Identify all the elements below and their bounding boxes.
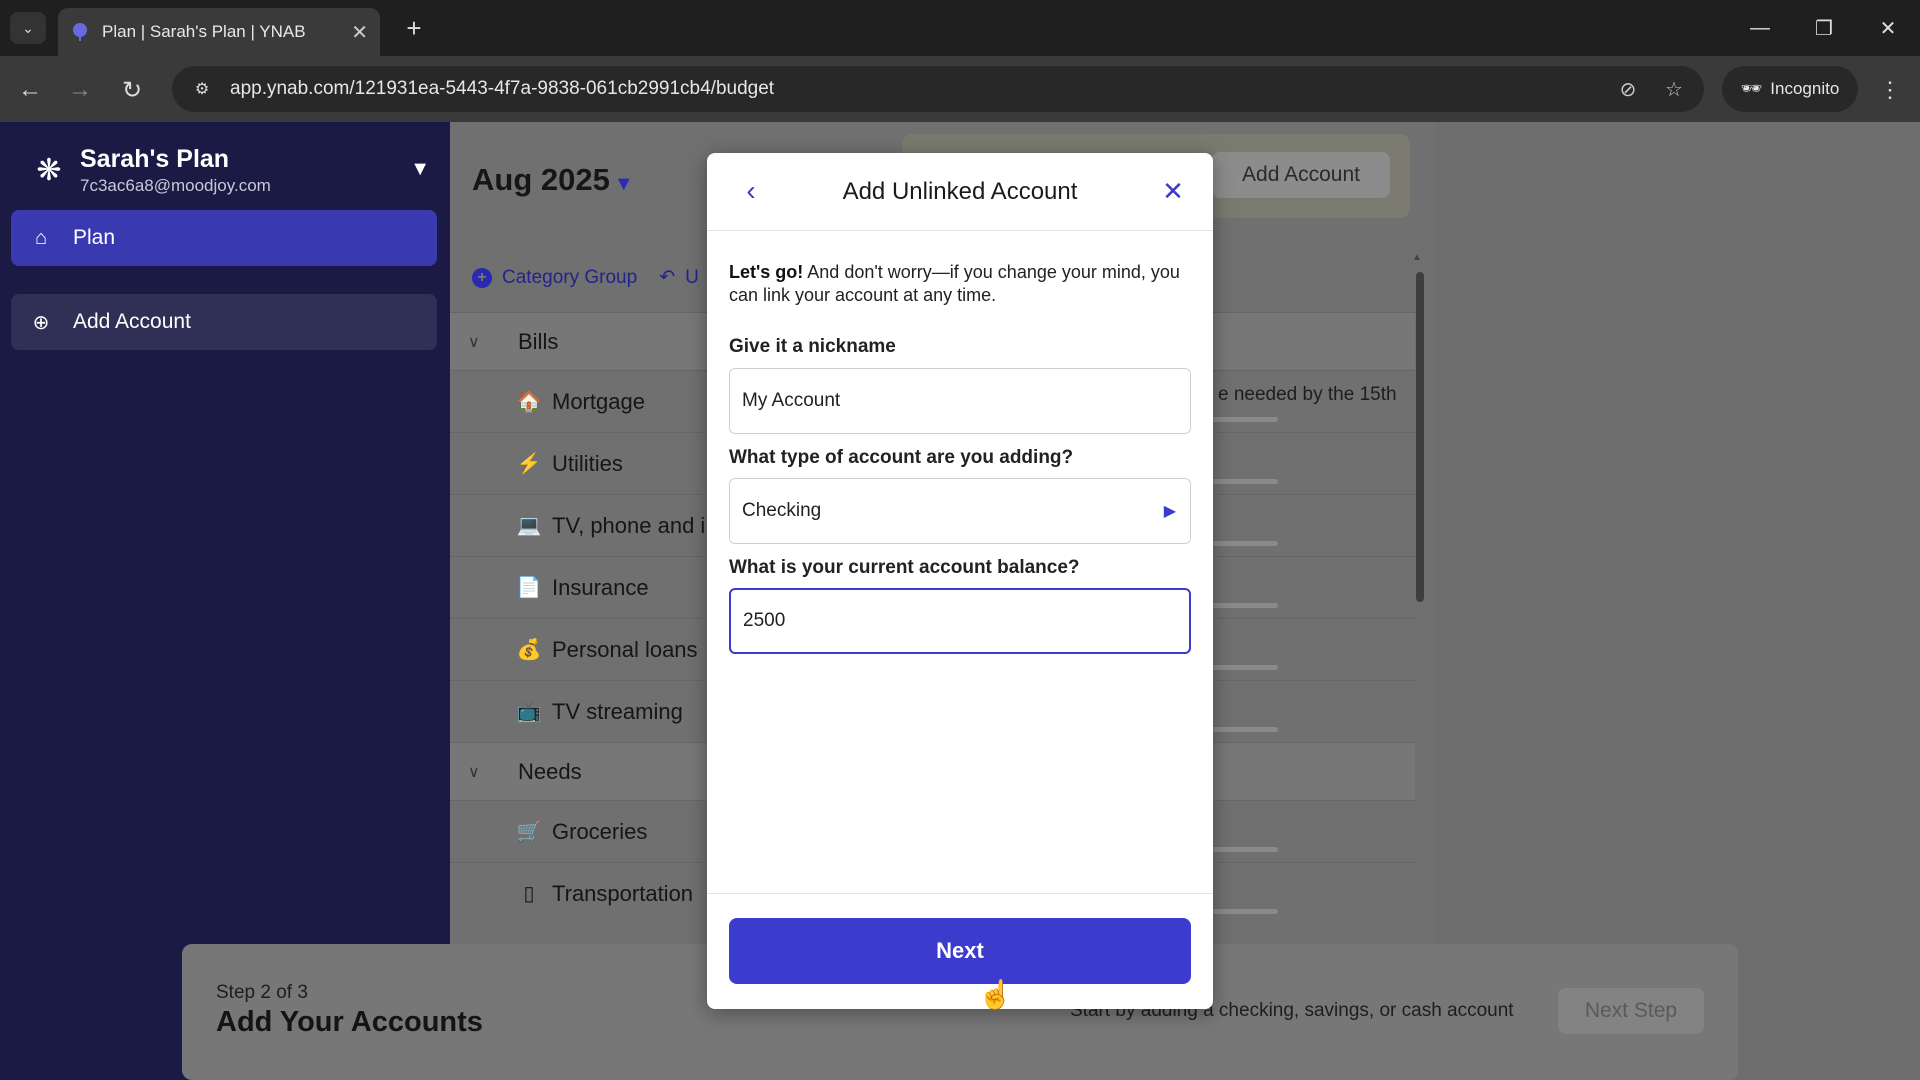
close-tab-icon[interactable]: ✕ — [351, 20, 368, 45]
sidebar-item-plan[interactable]: ⌂ Plan — [11, 210, 437, 266]
category-name: TV, phone and i — [552, 512, 706, 538]
site-info-icon[interactable]: ⚙ — [184, 71, 220, 107]
month-label: Aug 2025 — [472, 162, 610, 197]
document-icon: 📄 — [516, 577, 542, 599]
add-unlinked-account-modal: ‹ Add Unlinked Account ✕ Let's go! And d… — [707, 153, 1213, 1009]
laptop-icon: 💻 — [516, 515, 542, 537]
modal-intro: Let's go! And don't worry—if you change … — [729, 261, 1191, 307]
plus-circle-icon: + — [472, 267, 492, 288]
account-type-value: Checking — [742, 500, 822, 521]
new-tab-button[interactable]: + — [398, 12, 430, 44]
restore-window-icon[interactable]: ❐ — [1798, 8, 1850, 48]
scrollbar-thumb[interactable] — [1416, 272, 1424, 602]
add-account-button[interactable]: Add Account — [1212, 152, 1390, 198]
modal-header: ‹ Add Unlinked Account ✕ — [707, 153, 1213, 231]
scroll-up-arrow-icon[interactable]: ▲ — [1412, 252, 1422, 263]
add-category-group-button[interactable]: Category Group — [502, 267, 637, 289]
browser-tab-bar: ⌄ Plan | Sarah's Plan | YNAB ✕ + — ❐ ✕ — [0, 0, 1920, 56]
month-selector[interactable]: Aug 2025 ▼ — [472, 162, 634, 198]
step-counter: Step 2 of 3 — [216, 982, 308, 1003]
nickname-label: Give it a nickname — [729, 336, 896, 357]
car-icon: ▯ — [523, 883, 535, 905]
forward-arrow-icon[interactable]: → — [60, 70, 100, 110]
tv-icon: 📺 — [516, 701, 542, 723]
ynab-favicon-icon — [73, 23, 87, 41]
house-icon: 🏠 — [516, 391, 542, 413]
chevron-down-icon[interactable]: ∨ — [468, 762, 492, 782]
next-button[interactable]: Next — [729, 918, 1191, 984]
lightning-icon: ⚡ — [516, 453, 542, 475]
caret-down-icon[interactable]: ▼ — [410, 158, 430, 181]
category-name: Insurance — [552, 574, 649, 600]
account-type-label: What type of account are you adding? — [729, 447, 1074, 468]
sidebar-item-label: Add Account — [73, 310, 191, 333]
account-type-select[interactable]: Checking ▶ — [729, 478, 1191, 544]
bookmark-star-icon[interactable]: ☆ — [1654, 66, 1694, 112]
caret-right-icon: ▶ — [1163, 503, 1176, 520]
tab-title: Plan | Sarah's Plan | YNAB — [102, 22, 306, 41]
group-name: Needs — [518, 758, 582, 784]
category-name: Utilities — [552, 450, 623, 476]
plan-name: Sarah's Plan — [80, 144, 230, 173]
step-title: Add Your Accounts — [216, 1006, 483, 1038]
minimize-window-icon[interactable]: — — [1734, 8, 1786, 48]
cart-icon: 🛒 — [516, 821, 542, 843]
chevron-down-icon[interactable]: ∨ — [468, 332, 492, 352]
browser-tab[interactable]: Plan | Sarah's Plan | YNAB ✕ — [58, 8, 380, 56]
modal-footer-divider — [707, 893, 1213, 894]
url-text[interactable]: app.ynab.com/121931ea-5443-4f7a-9838-061… — [230, 78, 774, 100]
incognito-icon: 🕶 — [1740, 79, 1763, 98]
reload-icon[interactable]: ↻ — [112, 70, 152, 110]
balance-input[interactable] — [729, 588, 1191, 654]
plan-email: 7c3ac6a8@moodjoy.com — [80, 175, 271, 195]
category-name: TV streaming — [552, 698, 683, 724]
close-window-icon[interactable]: ✕ — [1862, 8, 1914, 48]
plan-switcher[interactable]: ❋ Sarah's Plan 7c3ac6a8@moodjoy.com ▼ — [30, 140, 430, 200]
category-name: Mortgage — [552, 388, 645, 414]
tab-list-button[interactable]: ⌄ — [10, 12, 46, 44]
sidebar-item-add-account[interactable]: ⊕ Add Account — [11, 294, 437, 350]
browser-menu-icon[interactable]: ⋮ — [1872, 70, 1908, 110]
back-arrow-icon[interactable]: ← — [10, 70, 50, 110]
target-note: e needed by the 15th — [1218, 384, 1397, 405]
nickname-input[interactable] — [729, 368, 1191, 434]
eye-slash-icon[interactable]: ⊘ — [1608, 66, 1648, 112]
money-bag-icon: 💰 — [516, 639, 542, 661]
category-name: Transportation — [552, 880, 694, 906]
address-bar-row: ← → ↻ ⚙ app.ynab.com/121931ea-5443-4f7a-… — [0, 56, 1920, 122]
sidebar: ❋ Sarah's Plan 7c3ac6a8@moodjoy.com ▼ ⌂ … — [0, 122, 450, 1080]
group-name: Bills — [518, 328, 559, 354]
close-icon[interactable]: ✕ — [1153, 171, 1193, 211]
next-step-button[interactable]: Next Step — [1558, 988, 1704, 1034]
incognito-badge[interactable]: 🕶 Incognito — [1722, 66, 1858, 112]
category-name: Personal loans — [552, 636, 698, 662]
tree-logo-icon: ❋ — [36, 153, 62, 187]
undo-icon[interactable]: ↶ — [659, 266, 675, 289]
add-circle-icon: ⊕ — [32, 311, 50, 334]
intro-bold: Let's go! — [729, 262, 804, 282]
modal-title: Add Unlinked Account — [842, 178, 1078, 205]
balance-label: What is your current account balance? — [729, 557, 1080, 578]
caret-down-icon: ▼ — [613, 173, 634, 195]
hand-cursor-icon: ☝ — [978, 979, 1013, 1010]
chevron-down-icon: ⌄ — [22, 19, 34, 36]
omnibox[interactable]: ⚙ app.ynab.com/121931ea-5443-4f7a-9838-0… — [172, 66, 1704, 112]
category-name: Groceries — [552, 818, 648, 844]
plan-icon: ⌂ — [34, 226, 48, 249]
undo-label[interactable]: U — [685, 267, 699, 289]
incognito-label: Incognito — [1770, 79, 1840, 98]
sidebar-item-label: Plan — [73, 226, 116, 249]
budget-toolbar: + Category Group ↶ U — [472, 266, 699, 289]
